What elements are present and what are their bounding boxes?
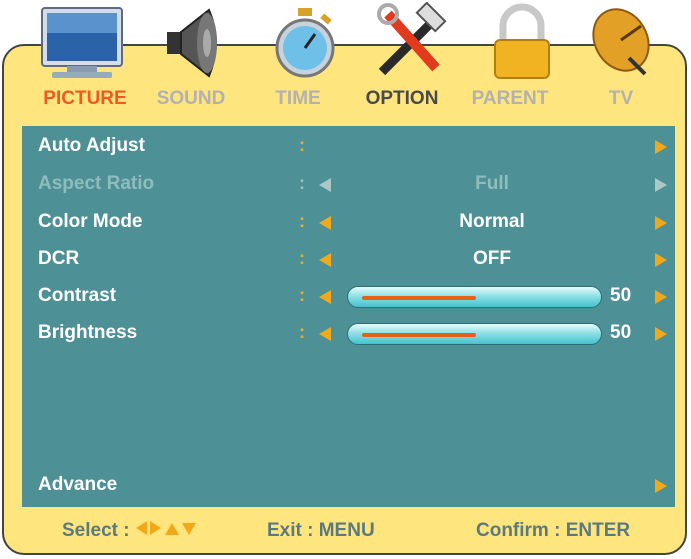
dcr-label: DCR bbox=[38, 248, 80, 269]
arrow-right-icon[interactable] bbox=[655, 253, 667, 267]
arrow-left-icon bbox=[135, 521, 147, 535]
arrow-right-icon[interactable] bbox=[655, 327, 667, 341]
tab-parent[interactable]: PARENT bbox=[472, 88, 549, 110]
color-mode-value: Normal bbox=[459, 211, 525, 232]
arrow-left-icon bbox=[319, 178, 331, 192]
arrow-left-icon[interactable] bbox=[319, 290, 331, 304]
auto-adjust-label: Auto Adjust bbox=[38, 135, 145, 156]
separator-colon: : bbox=[299, 248, 305, 268]
separator-colon: : bbox=[299, 173, 305, 193]
separator-colon: : bbox=[299, 322, 305, 342]
color-mode-label: Color Mode bbox=[38, 211, 143, 232]
aspect-ratio-value: Full bbox=[475, 173, 509, 194]
menu-row-contrast[interactable]: Contrast : 50 bbox=[22, 280, 675, 314]
menu-row-aspect-ratio: Aspect Ratio : Full bbox=[22, 168, 675, 202]
arrow-right-icon bbox=[655, 178, 667, 192]
advance-label: Advance bbox=[38, 474, 118, 495]
lock-icon[interactable] bbox=[487, 2, 557, 87]
confirm-hint: Confirm : ENTER bbox=[476, 520, 631, 541]
menu-row-advance[interactable]: Advance bbox=[22, 469, 675, 503]
menu-row-color-mode[interactable]: Color Mode : Normal bbox=[22, 206, 675, 240]
select-hint-label: Select : bbox=[62, 520, 130, 541]
tab-tv[interactable]: TV bbox=[609, 88, 633, 110]
arrow-right-icon[interactable] bbox=[655, 290, 667, 304]
dcr-value: OFF bbox=[473, 248, 511, 269]
arrow-right-icon[interactable] bbox=[655, 216, 667, 230]
tools-icon[interactable] bbox=[370, 1, 450, 87]
speaker-icon[interactable] bbox=[151, 2, 231, 87]
menu-row-auto-adjust[interactable]: Auto Adjust : bbox=[22, 130, 675, 164]
picture-menu-panel: Auto Adjust : Aspect Ratio : Full Color … bbox=[22, 126, 675, 507]
separator-colon: : bbox=[299, 211, 305, 231]
arrow-up-icon bbox=[164, 523, 179, 535]
satellite-dish-icon[interactable] bbox=[585, 2, 665, 87]
aspect-ratio-label: Aspect Ratio bbox=[38, 173, 155, 194]
arrow-right-icon[interactable] bbox=[655, 140, 667, 154]
footer-hints: Select : Exit : MENU Confirm : ENTER bbox=[0, 520, 691, 546]
contrast-value: 50 bbox=[610, 285, 632, 306]
menu-row-dcr[interactable]: DCR : OFF bbox=[22, 243, 675, 277]
arrow-right-icon[interactable] bbox=[655, 479, 667, 493]
arrow-left-icon[interactable] bbox=[319, 216, 331, 230]
stopwatch-icon[interactable] bbox=[265, 2, 345, 87]
tab-bar: PICTURE SOUND TIME OPTION PARENT TV bbox=[0, 88, 691, 118]
separator-colon: : bbox=[299, 135, 305, 155]
brightness-slider[interactable] bbox=[347, 323, 602, 345]
monitor-icon[interactable] bbox=[32, 2, 132, 87]
brightness-slider-fill bbox=[362, 333, 476, 337]
arrow-left-icon[interactable] bbox=[319, 253, 331, 267]
tab-time[interactable]: TIME bbox=[275, 88, 320, 110]
brightness-value: 50 bbox=[610, 322, 632, 343]
separator-colon: : bbox=[299, 285, 305, 305]
contrast-label: Contrast bbox=[38, 285, 117, 306]
menu-row-brightness[interactable]: Brightness : 50 bbox=[22, 317, 675, 351]
select-hint: Select : bbox=[62, 520, 196, 542]
arrow-down-icon bbox=[181, 523, 196, 535]
brightness-label: Brightness bbox=[38, 322, 138, 343]
arrow-left-icon[interactable] bbox=[319, 327, 331, 341]
contrast-slider-fill bbox=[362, 296, 476, 300]
tab-picture[interactable]: PICTURE bbox=[43, 88, 126, 110]
exit-hint: Exit : MENU bbox=[267, 520, 375, 541]
tab-option[interactable]: OPTION bbox=[366, 88, 439, 110]
tab-sound[interactable]: SOUND bbox=[157, 88, 226, 110]
contrast-slider[interactable] bbox=[347, 286, 602, 308]
arrow-right-icon bbox=[149, 521, 161, 535]
